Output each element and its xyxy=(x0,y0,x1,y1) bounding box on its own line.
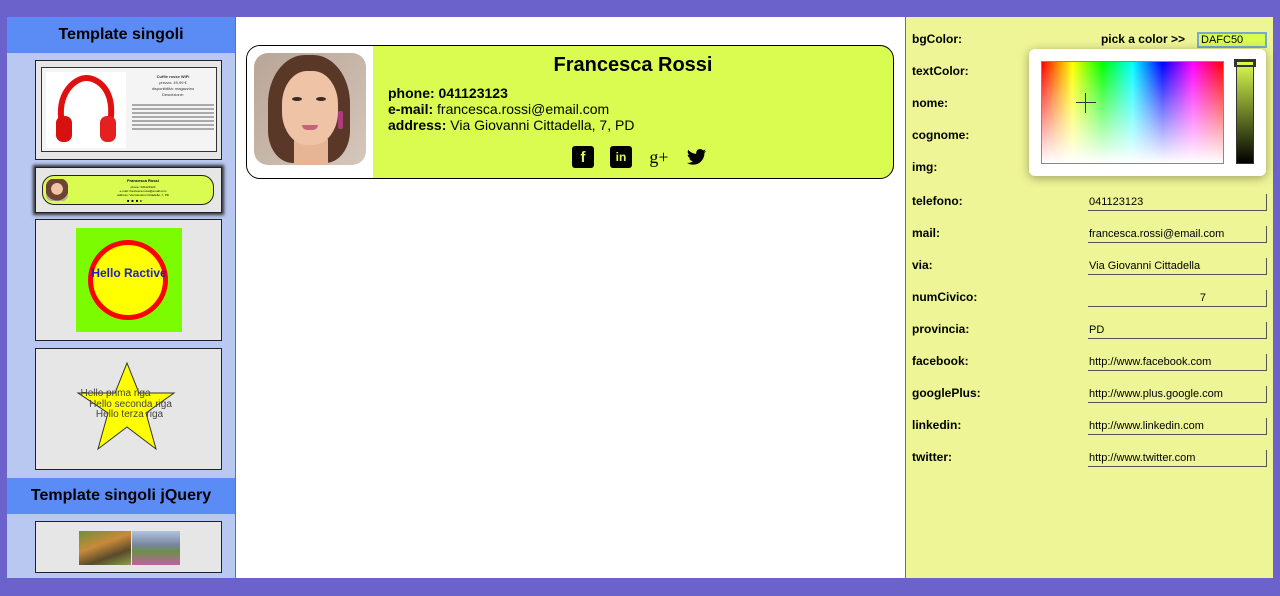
label-mail: mail: xyxy=(912,226,941,240)
label-provincia: provincia: xyxy=(912,322,970,336)
profile-photo xyxy=(254,53,366,165)
via-input[interactable] xyxy=(1088,258,1267,275)
gallery-photo-flowers xyxy=(132,531,180,565)
product-card-preview: Cuffie rosse WiFi prezzo: 49,99 € dispon… xyxy=(41,67,217,152)
row-twitter: twitter: xyxy=(912,450,1267,470)
mini-name: Francesca Rossi xyxy=(127,178,159,183)
bgcolor-input[interactable] xyxy=(1197,32,1267,48)
twitter-input[interactable] xyxy=(1088,450,1267,467)
facebook-input[interactable] xyxy=(1088,354,1267,371)
label-textColor: textColor: xyxy=(912,64,969,78)
label-googlePlus: googlePlus: xyxy=(912,386,981,400)
googleplus-icon[interactable]: g+ xyxy=(648,146,670,168)
card-photo-frame xyxy=(247,46,373,178)
brightness-handle[interactable] xyxy=(1234,59,1256,67)
gallery-photo-forest xyxy=(79,531,131,565)
template-thumb-star[interactable]: Hello prima riga Hello seconda riga Hell… xyxy=(35,348,222,470)
template-sidebar: Template singoli Cuffie rosse WiFi prezz… xyxy=(7,17,235,578)
facebook-icon[interactable]: f xyxy=(572,146,594,168)
label-bgColor: bgColor: xyxy=(912,32,962,46)
preview-area: Francesca Rossi phone: 041123123 e-mail:… xyxy=(236,17,905,578)
star-line-3: Hello terza riga xyxy=(95,409,164,420)
product-description-lines xyxy=(132,104,214,132)
phone-label: phone: xyxy=(388,85,435,101)
mini-details: phone: 041123123 e-mail: francesca.rossi… xyxy=(73,185,213,197)
label-linkedin: linkedin: xyxy=(912,418,962,432)
yellow-circle xyxy=(88,240,168,320)
green-square: Hello Ractive xyxy=(76,228,182,332)
googleplus-input[interactable] xyxy=(1088,386,1267,403)
email-value: francesca.rossi@email.com xyxy=(437,101,610,117)
mini-avatar xyxy=(46,179,68,201)
twitter-icon[interactable] xyxy=(686,146,708,168)
row-googlePlus: googlePlus: xyxy=(912,386,1267,406)
row-numCivico: numCivico: xyxy=(912,290,1267,310)
label-cognome: cognome: xyxy=(912,128,970,142)
social-links: f in g+ xyxy=(572,146,708,168)
template-thumb-product[interactable]: Cuffie rosse WiFi prezzo: 49,99 € dispon… xyxy=(35,60,222,160)
card-email-row: e-mail: francesca.rossi@email.com xyxy=(388,101,634,117)
template-thumb-gallery[interactable] xyxy=(35,521,222,573)
color-picker-popup xyxy=(1029,49,1266,176)
card-address-row: address: Via Giovanni Cittadella, 7, PD xyxy=(388,117,634,133)
label-numCivico: numCivico: xyxy=(912,290,978,304)
telefono-input[interactable] xyxy=(1088,194,1267,211)
address-value: Via Giovanni Cittadella, 7, PD xyxy=(450,117,635,133)
card-info: phone: 041123123 e-mail: francesca.rossi… xyxy=(388,85,634,133)
label-telefono: telefono: xyxy=(912,194,963,208)
row-linkedin: linkedin: xyxy=(912,418,1267,438)
label-twitter: twitter: xyxy=(912,450,952,464)
mini-card-preview: Francesca Rossi phone: 041123123 e-mail:… xyxy=(42,175,214,205)
address-label: address: xyxy=(388,117,447,133)
product-description-label: Descrizione: xyxy=(161,92,184,97)
label-nome: nome: xyxy=(912,96,948,110)
phone-value: 041123123 xyxy=(438,85,508,101)
section-title-templates: Template singoli xyxy=(7,17,235,53)
row-provincia: provincia: xyxy=(912,322,1267,342)
provincia-input[interactable] xyxy=(1088,322,1267,339)
label-facebook: facebook: xyxy=(912,354,969,368)
linkedin-input[interactable] xyxy=(1088,418,1267,435)
row-telefono: telefono: xyxy=(912,194,1267,214)
label-img: img: xyxy=(912,160,938,174)
business-card: Francesca Rossi phone: 041123123 e-mail:… xyxy=(246,45,894,179)
mini-social-icons: ■■■▸ xyxy=(127,198,145,203)
mail-input[interactable] xyxy=(1088,226,1267,243)
circle-text: Hello Ractive xyxy=(91,266,167,280)
crosshair-icon[interactable] xyxy=(1076,93,1096,113)
product-text: Cuffie rosse WiFi prezzo: 49,99 € dispon… xyxy=(132,74,214,98)
brightness-slider[interactable] xyxy=(1236,61,1254,164)
color-spectrum[interactable] xyxy=(1041,61,1224,164)
linkedin-icon[interactable]: in xyxy=(610,146,632,168)
headphones-image xyxy=(46,72,126,148)
numcivico-input[interactable] xyxy=(1088,290,1267,307)
row-mail: mail: xyxy=(912,226,1267,246)
card-name: Francesca Rossi xyxy=(553,54,713,76)
section-title-jquery: Template singoli jQuery xyxy=(7,478,235,514)
star-line-1: Hello prima riga xyxy=(80,388,151,399)
row-facebook: facebook: xyxy=(912,354,1267,374)
mini-address: address: Via Giovanni Cittadella, 7, PD xyxy=(117,193,169,197)
card-phone-row: phone: 041123123 xyxy=(388,85,634,101)
label-via: via: xyxy=(912,258,933,272)
template-thumb-card[interactable]: Francesca Rossi phone: 041123123 e-mail:… xyxy=(35,167,222,213)
template-thumb-circle[interactable]: Hello Ractive xyxy=(35,219,222,341)
pick-color-label: pick a color >> xyxy=(1100,32,1185,46)
email-label: e-mail: xyxy=(388,101,434,117)
row-via: via: xyxy=(912,258,1267,278)
